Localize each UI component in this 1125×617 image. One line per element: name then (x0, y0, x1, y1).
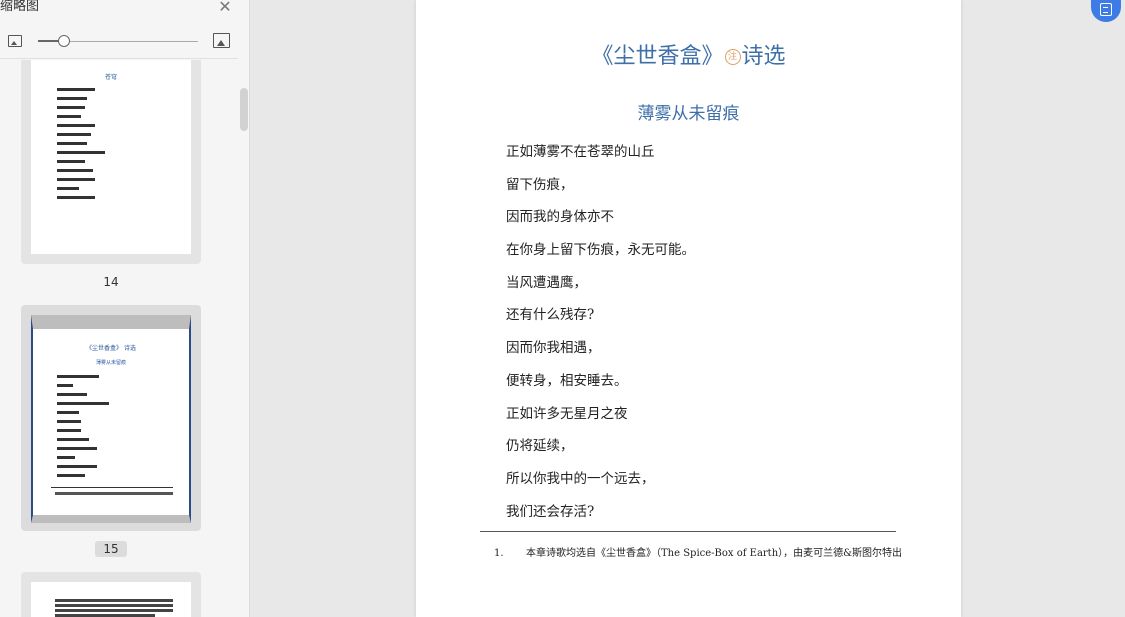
title-suffix: 诗选 (741, 44, 786, 69)
thumbnail-title: 《尘世香盒》 诗选 (86, 345, 136, 352)
note-icon[interactable]: 注 (724, 49, 741, 65)
poem-line: 留下伤痕， (506, 176, 574, 193)
poem-line: 便转身，相安睡去。 (506, 372, 628, 389)
poem-line: 正如许多无星月之夜 (506, 405, 628, 422)
thumbnail-page-image: 苍穹 (31, 60, 191, 254)
large-image-icon[interactable] (213, 33, 230, 48)
thumbnail-footnote-rule (51, 487, 173, 488)
sidebar-scrollbar[interactable] (240, 88, 248, 131)
small-image-icon[interactable] (8, 35, 22, 47)
thumbnail-text-line (57, 196, 95, 199)
poem-line: 仍将延续， (506, 438, 574, 455)
thumbnail-page-14[interactable]: 苍穹 (21, 60, 201, 264)
thumbnail-text-line (57, 178, 95, 181)
footnote-number: 1. (494, 548, 504, 559)
thumbnail-text-line (57, 402, 109, 405)
page-title: 《尘世香盒》注诗选 (416, 38, 961, 70)
thumbnail-text-line (57, 97, 87, 100)
thumbnail-page-image: 《尘世香盒》 诗选 薄雾从未留痕 (31, 315, 191, 523)
thumbnail-text-line (57, 393, 87, 396)
thumbnail-size-toolbar (0, 28, 240, 58)
thumbnail-text-line (57, 115, 81, 118)
thumbnail-text-line (57, 411, 79, 414)
sidebar-title: 缩略图 (0, 0, 40, 14)
thumbnail-footnote-line (55, 492, 173, 495)
thumbnail-text-line (57, 384, 73, 387)
thumbnail-title: 苍穹 (104, 74, 117, 81)
thumbnail-text-line (55, 604, 173, 607)
thumbnail-page-15[interactable]: 《尘世香盒》 诗选 薄雾从未留痕 (21, 305, 201, 531)
thumbnail-text-line (57, 429, 81, 432)
thumbnail-text-line (57, 456, 75, 459)
poem-line: 正如薄雾不在苍翠的山丘 (506, 144, 655, 160)
close-icon[interactable]: ✕ (217, 0, 233, 16)
thumbnail-sidebar: 缩略图 ✕ 苍穹 14 《尘世香盒》 诗选 薄雾从未留痕 15 (0, 0, 250, 617)
thumbnail-text-line (57, 474, 85, 477)
page-number-label: 14 (103, 275, 119, 289)
slider-handle[interactable] (58, 35, 70, 47)
thumbnail-text-line (55, 599, 173, 602)
thumbnail-text-line (57, 142, 87, 145)
thumbnail-text-line (57, 106, 85, 109)
page-number-label: 15 (0, 541, 222, 557)
poem-line: 因而我的身体亦不 (506, 209, 614, 226)
thumbnail-text-line (57, 160, 85, 163)
thumbnail-text-line (57, 438, 89, 441)
page-number-badge: 15 (95, 541, 127, 557)
thumbnail-list[interactable]: 苍穹 14 《尘世香盒》 诗选 薄雾从未留痕 15 (0, 60, 250, 617)
slider-fill (38, 40, 60, 42)
poem-line: 因而你我相遇， (506, 340, 601, 357)
thumbnail-text-line (57, 465, 97, 468)
thumbnail-text-line (57, 169, 93, 172)
poem-line: 还有什么残存? (506, 307, 595, 324)
thumbnail-text-line (57, 375, 99, 378)
thumbnail-text-line (57, 447, 97, 450)
poem-line: 我们还会存活? (506, 503, 595, 520)
footnote-text: 本章诗歌均选自《尘世香盒》（The Spice-Box of Earth），由麦… (526, 548, 903, 559)
thumbnail-subtitle: 薄雾从未留痕 (95, 360, 126, 366)
document-convert-icon (1100, 3, 1112, 16)
thumbnail-page-16[interactable] (21, 572, 201, 617)
thumbnail-text-line (57, 88, 95, 91)
document-viewer[interactable]: 《尘世香盒》注诗选 薄雾从未留痕 正如薄雾不在苍翠的山丘 留下伤痕， 因而我的身… (251, 0, 1125, 617)
thumbnail-text-line (57, 187, 79, 190)
divider (0, 58, 238, 59)
thumbnail-text-line (55, 609, 173, 612)
title-prefix: 《尘世香盒》 (591, 44, 724, 69)
thumbnail-text-line (57, 420, 81, 423)
footnote-divider (480, 531, 896, 532)
poem-title: 薄雾从未留痕 (637, 104, 740, 124)
poem-line: 当风遭遇鹰， (506, 274, 587, 291)
poem-body: 正如薄雾不在苍翠的山丘 留下伤痕， 因而我的身体亦不 在你身上留下伤痕，永无可能… (506, 142, 695, 534)
document-page: 《尘世香盒》注诗选 薄雾从未留痕 正如薄雾不在苍翠的山丘 留下伤痕， 因而我的身… (416, 0, 961, 617)
thumbnail-text-line (57, 151, 105, 154)
poem-line: 所以你我中的一个远去， (506, 470, 655, 487)
thumbnail-text-line (57, 133, 91, 136)
poem-line: 在你身上留下伤痕，永无可能。 (506, 242, 695, 259)
thumbnail-page-image (31, 582, 191, 617)
footnote: 1. 本章诗歌均选自《尘世香盒》（The Spice-Box of Earth），… (494, 544, 902, 559)
thumbnail-text-line (57, 124, 95, 127)
